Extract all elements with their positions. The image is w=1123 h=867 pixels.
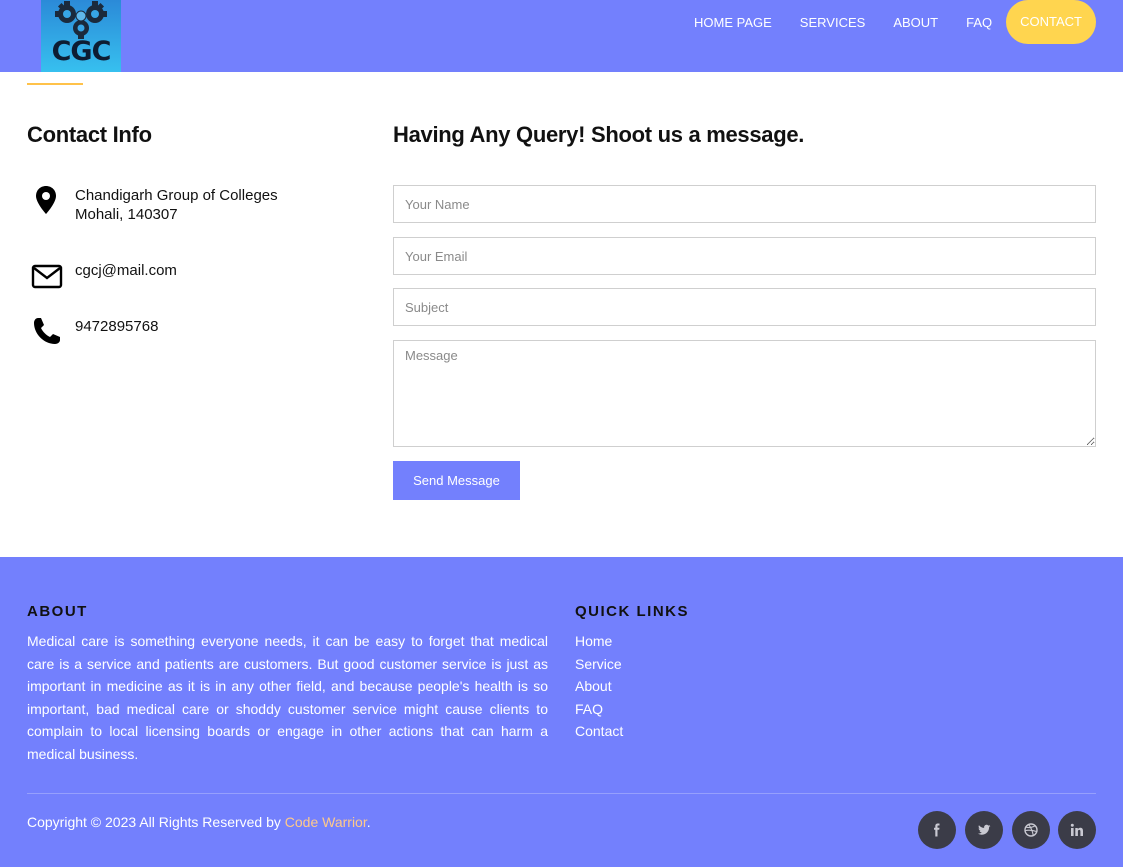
address-line-2: Mohali, 140307 — [75, 206, 178, 223]
nav-contact[interactable]: CONTACT — [1006, 0, 1096, 44]
main-nav: HOME PAGE SERVICES ABOUT FAQ CONTACT — [666, 0, 1096, 44]
nav-about[interactable]: ABOUT — [893, 15, 938, 30]
email-input[interactable] — [393, 237, 1096, 275]
nav-home-page[interactable]: HOME PAGE — [694, 15, 772, 30]
quick-links-list: Home Service About FAQ Contact — [575, 630, 623, 743]
logo-text: CGC — [51, 36, 112, 67]
accent-divider — [27, 83, 83, 85]
phone-item: 9472895768 — [27, 316, 357, 350]
dribbble-button[interactable] — [1012, 811, 1050, 849]
gear-cluster-icon — [55, 1, 107, 39]
contact-info-title: Contact Info — [27, 122, 152, 147]
envelope-icon — [31, 264, 63, 289]
message-textarea[interactable] — [393, 340, 1096, 447]
address-text: Chandigarh Group of Colleges Mohali, 140… — [75, 186, 278, 224]
quick-link-service[interactable]: Service — [575, 653, 623, 676]
nav-services[interactable]: SERVICES — [800, 15, 866, 30]
address-line-1: Chandigarh Group of Colleges — [75, 187, 278, 204]
copyright-suffix: . — [366, 814, 371, 830]
linkedin-icon — [1070, 823, 1083, 836]
footer: ABOUT Medical care is something everyone… — [0, 557, 1123, 867]
footer-divider — [27, 793, 1096, 794]
footer-links-heading: QUICK LINKS — [575, 603, 689, 620]
name-input[interactable] — [393, 185, 1096, 223]
facebook-icon — [934, 823, 940, 837]
cgc-logo[interactable]: CGC — [41, 0, 121, 72]
form-title: Having Any Query! Shoot us a message. — [393, 122, 805, 147]
copyright: Copyright © 2023 All Rights Reserved by … — [27, 814, 371, 830]
footer-about-heading: ABOUT — [27, 603, 88, 620]
email-text[interactable]: cgcj@mail.com — [75, 261, 177, 280]
twitter-icon — [978, 824, 991, 835]
copyright-prefix: Copyright © 2023 All Rights Reserved by — [27, 814, 285, 830]
linkedin-button[interactable] — [1058, 811, 1096, 849]
facebook-button[interactable] — [918, 811, 956, 849]
quick-link-faq[interactable]: FAQ — [575, 698, 623, 721]
twitter-button[interactable] — [965, 811, 1003, 849]
email-item: cgcj@mail.com — [27, 260, 357, 294]
header: CGC HOME PAGE SERVICES ABOUT FAQ CONTACT — [0, 0, 1123, 72]
quick-link-about[interactable]: About — [575, 675, 623, 698]
send-message-button[interactable]: Send Message — [393, 461, 520, 500]
nav-faq[interactable]: FAQ — [966, 15, 992, 30]
phone-text[interactable]: 9472895768 — [75, 317, 158, 336]
address-item: Chandigarh Group of Colleges Mohali, 140… — [27, 185, 357, 225]
subject-input[interactable] — [393, 288, 1096, 326]
dribbble-icon — [1024, 823, 1038, 837]
quick-link-home[interactable]: Home — [575, 630, 623, 653]
quick-link-contact[interactable]: Contact — [575, 720, 623, 743]
phone-icon — [34, 318, 60, 344]
map-pin-icon — [36, 186, 56, 214]
copyright-author-link[interactable]: Code Warrior — [285, 814, 367, 830]
footer-about-text: Medical care is something everyone needs… — [27, 633, 548, 762]
